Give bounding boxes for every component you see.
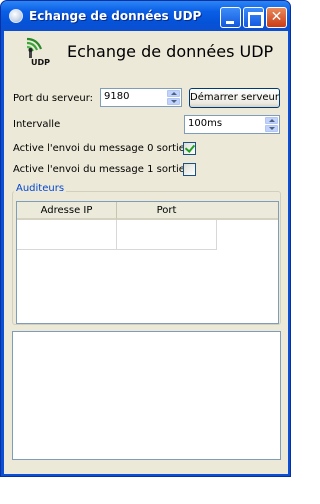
app-window: Echange de données UDP ✕ UDP Echange de …: [0, 0, 291, 477]
spin-up-icon[interactable]: [167, 90, 180, 97]
spin-down-icon[interactable]: [167, 98, 180, 105]
table-header-filler: [216, 202, 278, 220]
msg0-checkbox[interactable]: [183, 142, 196, 155]
minimize-button[interactable]: [220, 7, 241, 28]
app-icon[interactable]: [9, 9, 23, 23]
listeners-group-title: Auditeurs: [14, 183, 67, 194]
window-title: Echange de données UDP: [29, 9, 202, 23]
maximize-button[interactable]: [243, 7, 264, 28]
interval-value[interactable]: 100ms: [188, 118, 222, 129]
listeners-table[interactable]: Adresse IP Port: [16, 201, 279, 324]
interval-spinner[interactable]: 100ms: [184, 115, 280, 134]
title-bar[interactable]: Echange de données UDP ✕: [1, 1, 290, 31]
table-cell[interactable]: [17, 220, 117, 250]
spin-up-icon[interactable]: [265, 117, 278, 124]
interval-spinner-arrows: [265, 117, 278, 132]
port-spinner-arrows: [167, 90, 180, 105]
port-label: Port du serveur:: [13, 93, 94, 104]
port-value[interactable]: 9180: [104, 91, 129, 102]
log-text-area[interactable]: [12, 331, 281, 460]
msg0-label: Active l'envoi du message 0 sortie: [13, 143, 185, 154]
table-cell[interactable]: [117, 220, 217, 250]
page-title: Echange de données UDP: [67, 42, 274, 61]
start-server-button[interactable]: Démarrer serveur: [189, 88, 280, 108]
spin-down-icon[interactable]: [265, 125, 278, 132]
udp-icon-caption: UDP: [31, 58, 50, 67]
window-client-area: UDP Echange de données UDP Port du serve…: [4, 31, 288, 474]
column-header-ip[interactable]: Adresse IP: [17, 202, 117, 220]
close-icon: ✕: [270, 9, 283, 25]
column-header-port[interactable]: Port: [117, 202, 217, 220]
port-spinner[interactable]: 9180: [100, 88, 182, 107]
msg1-label: Active l'envoi du message 1 sortie: [13, 164, 185, 175]
close-button[interactable]: ✕: [266, 7, 287, 28]
interval-label: Intervalle: [13, 119, 61, 130]
msg1-checkbox[interactable]: [183, 163, 196, 176]
